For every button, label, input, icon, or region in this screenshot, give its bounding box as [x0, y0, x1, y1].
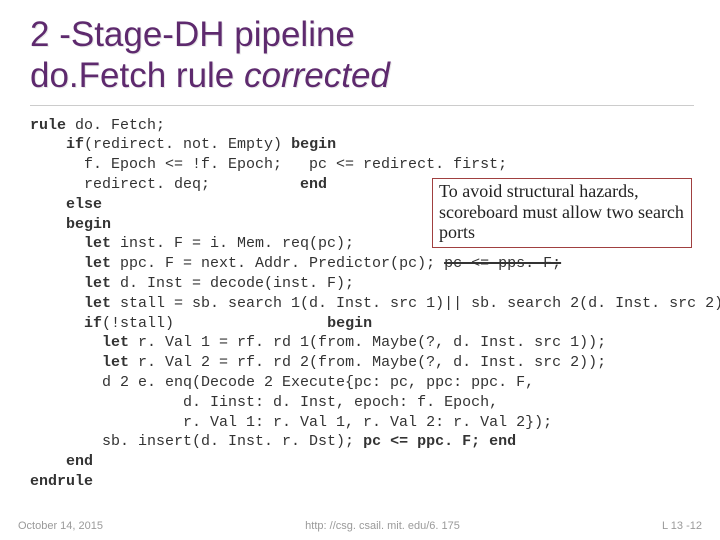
kw-let-4: let [30, 295, 111, 312]
kw-if-2: if [30, 315, 102, 332]
slide-title: 2 -Stage-DH pipeline do.Fetch rule corre… [30, 14, 694, 97]
kw-end-2: end [30, 453, 93, 470]
kw-end-1: end [300, 176, 327, 193]
code-block: rule do. Fetch; if(redirect. not. Empty)… [30, 116, 694, 492]
title-line-1: 2 -Stage-DH pipeline [30, 15, 355, 54]
kw-begin-2: begin [30, 216, 111, 233]
kw-endrule: endrule [30, 473, 93, 490]
title-rule [30, 105, 694, 106]
footer-url: http: //csg. csail. mit. edu/6. 175 [305, 520, 460, 532]
footer: October 14, 2015 http: //csg. csail. mit… [0, 520, 720, 532]
kw-else: else [30, 196, 102, 213]
annotation-callout: To avoid structural hazards, scoreboard … [432, 178, 692, 248]
strikethrough-text: pc <= pps. F; [444, 255, 561, 272]
kw-begin-3: begin [327, 315, 372, 332]
kw-rule: rule [30, 117, 66, 134]
title-line-2a: do.Fetch rule [30, 56, 244, 95]
kw-let-3: let [30, 275, 111, 292]
kw-let-2: let [30, 255, 111, 272]
kw-let-1: let [30, 235, 111, 252]
footer-slide-number: L 13 -12 [662, 520, 702, 532]
kw-end-inline: pc <= ppc. F; end [363, 433, 516, 450]
title-line-2b: corrected [244, 56, 390, 95]
footer-date: October 14, 2015 [18, 520, 103, 532]
kw-let-5: let [30, 334, 129, 351]
slide: 2 -Stage-DH pipeline do.Fetch rule corre… [0, 0, 720, 540]
kw-if: if [30, 136, 84, 153]
kw-begin-1: begin [291, 136, 336, 153]
kw-let-6: let [30, 354, 129, 371]
callout-text: To avoid structural hazards, scoreboard … [439, 181, 684, 242]
